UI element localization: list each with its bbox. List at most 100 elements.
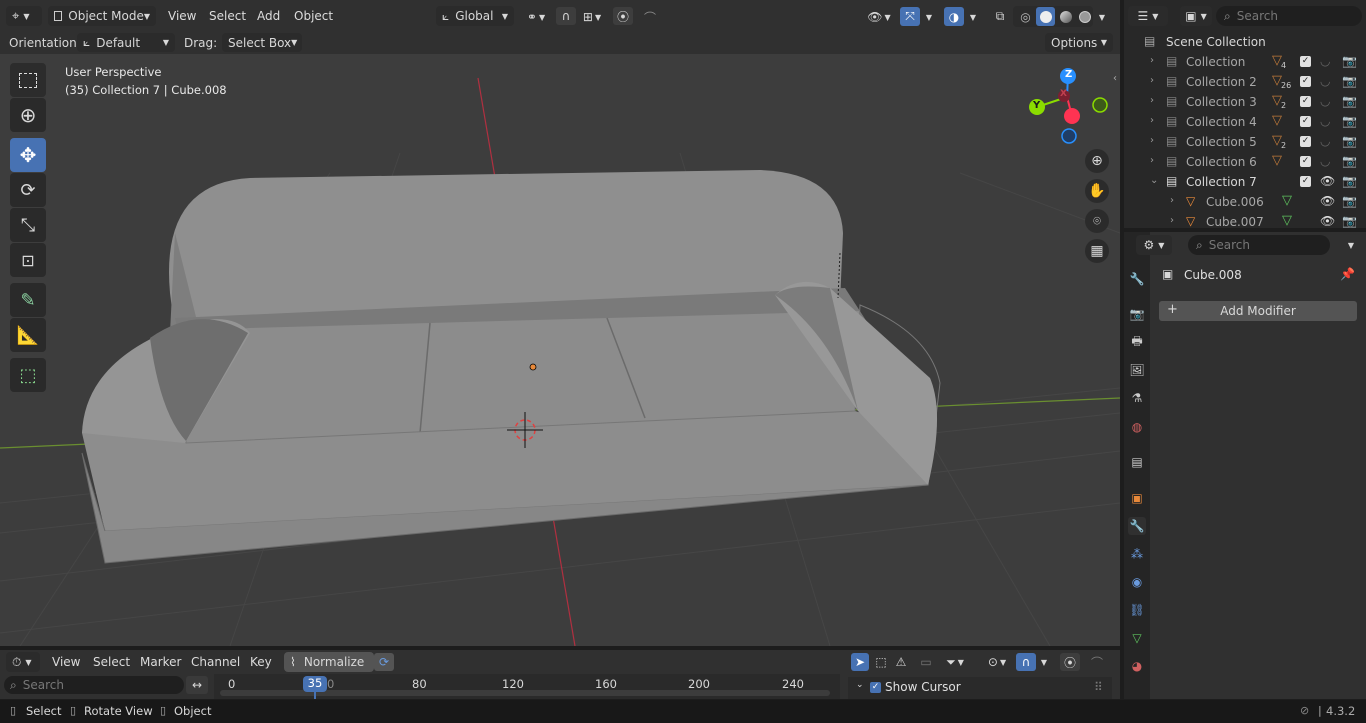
chevron-right-icon[interactable]: ›	[1150, 75, 1154, 86]
outliner-collection-row[interactable]: › ▤ Collection 2 ▽ 26 ✓ ◡ 📷	[1124, 72, 1366, 92]
menu-select[interactable]: Select	[209, 9, 246, 23]
chevron-right-icon[interactable]: ›	[1150, 95, 1154, 106]
transform-orientation-dropdown[interactable]: ⟀ Global ▼	[436, 6, 514, 26]
outliner-object-row[interactable]: › ▽ Cube.007 ▽ 👁 📷	[1124, 212, 1366, 232]
proportional-icon[interactable]: ⦿	[1060, 653, 1080, 671]
menu-add[interactable]: Add	[257, 9, 280, 23]
select-box-tool[interactable]	[10, 63, 46, 97]
properties-editor-type-button[interactable]: ⚙ ▼	[1136, 235, 1172, 255]
eye-closed-icon[interactable]: ◡	[1320, 134, 1330, 148]
collection-tab-icon[interactable]: ▤	[1128, 453, 1146, 471]
outliner-collection-row[interactable]: › ▤ Collection ▽ 4 ✓ ◡ 📷	[1124, 52, 1366, 72]
outliner-object-row[interactable]: › ▽ Cube.006 ▽ 👁 📷	[1124, 192, 1366, 212]
tool-tab-icon[interactable]: 🔧	[1128, 270, 1146, 288]
snap-toggle-icon[interactable]: ∩	[556, 7, 576, 25]
sidebar-toggle-icon[interactable]: ‹	[1110, 71, 1120, 85]
filter-box-icon[interactable]: ▭	[917, 653, 935, 671]
chevron-down-icon[interactable]: ▼	[1037, 653, 1051, 671]
perspective-grid-icon[interactable]: ▦	[1085, 239, 1109, 263]
timeline-menu-channel[interactable]: Channel	[191, 655, 240, 669]
outliner-collection-row[interactable]: ⌄ ▤ Collection 7 ✓ 👁 📷	[1124, 172, 1366, 192]
chevron-right-icon[interactable]: ›	[1150, 155, 1154, 166]
scene-collection-row[interactable]: ▤ Scene Collection	[1124, 32, 1366, 52]
world-tab-icon[interactable]: ◍	[1128, 418, 1146, 436]
exclude-checkbox[interactable]: ✓	[1300, 176, 1311, 187]
timeline-menu-view[interactable]: View	[52, 655, 80, 669]
only-errors-icon[interactable]: ⚠	[892, 653, 910, 671]
camera-icon[interactable]: 📷	[1342, 134, 1357, 148]
pin-icon[interactable]: 📌	[1340, 267, 1355, 281]
eye-closed-icon[interactable]: ◡	[1320, 74, 1330, 88]
scene-tab-icon[interactable]: ⚗	[1128, 389, 1146, 407]
output-tab-icon[interactable]: 🖶	[1128, 333, 1146, 351]
exclude-checkbox[interactable]: ✓	[1300, 136, 1311, 147]
zoom-icon[interactable]: ⊕	[1085, 149, 1109, 173]
modifier-tab-icon[interactable]: 🔧	[1128, 517, 1146, 535]
editor-type-button[interactable]: ⌖ ▼	[6, 6, 42, 26]
outliner-collection-row[interactable]: › ▤ Collection 5 ▽ 2 ✓ ◡ 📷	[1124, 132, 1366, 152]
properties-search-input[interactable]: ⌕ Search	[1188, 235, 1330, 255]
outliner-collection-row[interactable]: › ▤ Collection 3 ▽ 2 ✓ ◡ 📷	[1124, 92, 1366, 112]
chevron-right-icon[interactable]: ›	[1150, 55, 1154, 66]
object-tab-icon[interactable]: ▣	[1128, 489, 1146, 507]
chevron-right-icon[interactable]: ›	[1150, 115, 1154, 126]
eye-icon[interactable]: 👁	[1320, 214, 1335, 228]
falloff-icon[interactable]: ⌒	[1084, 653, 1110, 671]
material-shading-icon[interactable]	[1056, 7, 1075, 26]
chevron-right-icon[interactable]: ›	[1170, 215, 1174, 226]
scale-tool[interactable]: ⤡	[10, 208, 46, 242]
particles-tab-icon[interactable]: ⁂	[1128, 545, 1146, 563]
camera-icon[interactable]: 📷	[1342, 94, 1357, 108]
rotate-tool[interactable]: ⟳	[10, 173, 46, 207]
timeline-ruler[interactable]: 0 0 80 120 160 200 240 35	[214, 674, 840, 699]
drag-dropdown[interactable]: Select Box ▼	[222, 33, 302, 52]
sofa-object[interactable]	[81, 170, 941, 564]
timeline-menu-select[interactable]: Select	[93, 655, 130, 669]
solid-shading-icon[interactable]	[1036, 7, 1055, 26]
rendered-shading-icon[interactable]	[1075, 7, 1094, 26]
current-frame-indicator[interactable]: 35	[303, 676, 327, 692]
camera-icon[interactable]: 📷	[1342, 54, 1357, 68]
wireframe-shading-icon[interactable]: ◎	[1016, 7, 1035, 26]
timeline-menu-key[interactable]: Key	[250, 655, 272, 669]
view-layer-tab-icon[interactable]: 🖼	[1128, 361, 1146, 379]
show-hidden-icon[interactable]: ⬚	[872, 653, 890, 671]
mode-dropdown[interactable]: Object Mode ▼	[48, 6, 156, 26]
exclude-checkbox[interactable]: ✓	[1300, 116, 1311, 127]
normalize-toggle[interactable]: ⌇ Normalize	[284, 652, 374, 672]
menu-object[interactable]: Object	[294, 9, 333, 23]
physics-tab-icon[interactable]: ◉	[1128, 573, 1146, 591]
eye-icon[interactable]: 👁	[1320, 194, 1335, 208]
add-modifier-button[interactable]: + Add Modifier	[1159, 301, 1357, 321]
eye-icon[interactable]: 👁	[1320, 174, 1335, 188]
auto-snap-icon[interactable]: ∩	[1016, 653, 1036, 671]
xray-toggle-icon[interactable]: ⧉	[990, 7, 1010, 26]
exclude-checkbox[interactable]: ✓	[1300, 56, 1311, 67]
outliner-search-input[interactable]: ⌕ Search	[1216, 6, 1362, 26]
exclude-checkbox[interactable]: ✓	[1300, 96, 1311, 107]
transform-tool[interactable]: ⊡	[10, 243, 46, 277]
orientation-dropdown[interactable]: ⟀ Default ▼	[77, 33, 175, 52]
camera-icon[interactable]: ⌾	[1085, 209, 1109, 233]
chevron-down-icon[interactable]: ▼	[1342, 236, 1360, 254]
add-cube-tool[interactable]: ⬚	[10, 358, 46, 392]
annotate-tool[interactable]: ✎	[10, 283, 46, 317]
measure-tool[interactable]: 📐	[10, 318, 46, 352]
snap-target-icon[interactable]: ⊞ ▼	[578, 8, 606, 26]
chevron-right-icon[interactable]: ›	[1170, 195, 1174, 206]
show-cursor-checkbox[interactable]: ✓	[870, 682, 881, 693]
outliner-editor-type-button[interactable]: ☰ ▼	[1128, 6, 1168, 26]
proportional-edit-icon[interactable]: ⦿	[613, 7, 633, 25]
visibility-icon[interactable]: 👁 ▼	[864, 8, 894, 26]
chevron-down-icon[interactable]: ▼	[1095, 8, 1109, 26]
move-tool[interactable]: ✥	[10, 138, 46, 172]
chevron-down-icon[interactable]: ⌄	[856, 680, 864, 690]
pivot-point-icon[interactable]: ⚭ ▼	[522, 8, 550, 26]
display-mode-button[interactable]: ▣ ▼	[1180, 6, 1212, 26]
only-selected-icon[interactable]: ➤	[851, 653, 869, 671]
gizmo-toggle-icon[interactable]: ⤧	[900, 7, 920, 26]
options-button[interactable]: Options ▼	[1045, 33, 1113, 52]
menu-view[interactable]: View	[168, 9, 196, 23]
refresh-icon[interactable]: ⟳	[374, 653, 394, 671]
outliner-collection-row[interactable]: › ▤ Collection 4 ▽ ✓ ◡ 📷	[1124, 112, 1366, 132]
